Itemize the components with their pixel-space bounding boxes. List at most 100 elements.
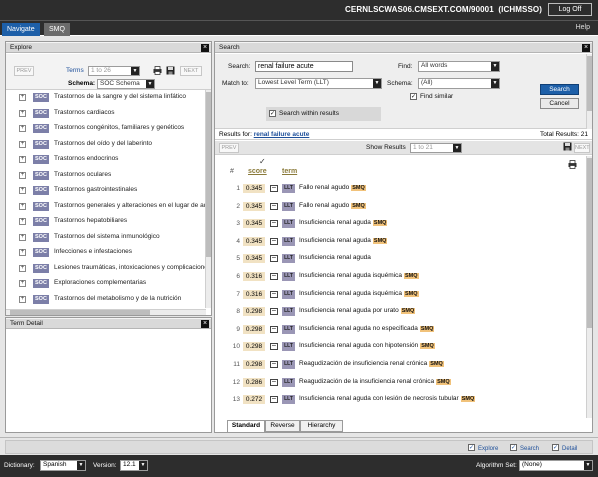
tab-reverse[interactable]: Reverse bbox=[265, 420, 300, 432]
smq-badge[interactable]: SMQ bbox=[403, 290, 419, 297]
soc-tree-item[interactable]: + SOC Trastornos cardiacos bbox=[6, 107, 206, 123]
result-row[interactable]: 6 0.316– LLT Insuficiencia renal aguda isqu… bbox=[215, 269, 586, 287]
collapse-icon[interactable]: – bbox=[270, 272, 278, 280]
expand-icon[interactable]: + bbox=[19, 125, 26, 132]
soc-tree-item[interactable]: + SOC Trastornos de la sangre y del sistem… bbox=[6, 91, 206, 107]
soc-tree-item[interactable]: + SOC Infecciones e infestaciones bbox=[6, 246, 206, 262]
result-term[interactable]: Fallo renal agudo SMQ bbox=[299, 184, 366, 191]
smq-badge[interactable]: SMQ bbox=[351, 202, 366, 209]
tab-navigate[interactable]: Navigate bbox=[2, 23, 40, 36]
scroll-thumb[interactable] bbox=[587, 56, 592, 111]
expand-icon[interactable]: + bbox=[19, 140, 26, 148]
result-row[interactable]: 2 0.345– LLT Fallo renal agudo SMQ bbox=[215, 199, 586, 217]
collapse-icon[interactable]: – bbox=[270, 360, 278, 368]
dictionary-select[interactable]: Spanish ▼ bbox=[40, 460, 86, 471]
print-icon[interactable] bbox=[568, 160, 577, 169]
soc-tree-item[interactable]: + SOC Trastornos hepatobiliares bbox=[6, 215, 206, 231]
collapse-icon[interactable]: – bbox=[270, 219, 278, 228]
result-term[interactable]: Insuficiencia renal aguda SMQ bbox=[299, 237, 388, 244]
soc-tree-item[interactable]: + SOC Trastornos gastrointestinales bbox=[6, 184, 206, 200]
close-icon[interactable]: × bbox=[582, 44, 590, 52]
results-scrollbar[interactable] bbox=[586, 156, 592, 418]
smq-badge[interactable]: SMQ bbox=[420, 343, 435, 350]
close-icon[interactable]: × bbox=[201, 44, 209, 52]
match-to-select[interactable]: Lowest Level Term (LLT) ▼ bbox=[255, 78, 382, 89]
result-term[interactable]: Insuficiencia renal aguda isquémica SMQ bbox=[299, 272, 419, 279]
result-row[interactable]: 8 0.298– LLT Insuficiencia renal aguda por … bbox=[215, 304, 586, 322]
soc-tree-item[interactable]: + SOC Trastornos congénitos, familiares y … bbox=[6, 122, 206, 138]
version-select[interactable]: 12.1 ▼ bbox=[120, 460, 148, 471]
collapse-icon[interactable]: – bbox=[270, 342, 278, 351]
collapse-icon[interactable]: – bbox=[270, 378, 278, 386]
search-schema-select[interactable]: (All) ▼ bbox=[418, 78, 500, 89]
result-term[interactable]: Insuficiencia renal aguda con lesión de … bbox=[299, 395, 476, 403]
smq-badge[interactable]: SMQ bbox=[372, 237, 388, 244]
smq-badge[interactable]: SMQ bbox=[419, 325, 435, 332]
next-button[interactable]: NEXT bbox=[180, 66, 202, 76]
logoff-button[interactable]: Log Off bbox=[548, 3, 592, 16]
collapse-icon[interactable]: – bbox=[270, 202, 278, 210]
result-row[interactable]: 3 0.345– LLT Insuficiencia renal aguda SMQ bbox=[215, 216, 586, 234]
dock-search[interactable]: ✓ Search bbox=[510, 444, 539, 452]
smq-badge[interactable]: SMQ bbox=[429, 360, 444, 367]
result-term[interactable]: Insuficiencia renal aguda SMQ bbox=[299, 219, 388, 227]
expand-icon[interactable]: + bbox=[19, 202, 26, 210]
result-row[interactable]: 10 0.298– LLT Insuficiencia renal aguda con… bbox=[215, 339, 586, 357]
result-row[interactable]: 7 0.316– LLT Insuficiencia renal aguda isqu… bbox=[215, 287, 586, 305]
collapse-icon[interactable]: – bbox=[270, 325, 278, 333]
next-button[interactable]: NEXT bbox=[574, 143, 590, 153]
collapse-icon[interactable]: – bbox=[270, 307, 278, 316]
collapse-icon[interactable]: – bbox=[270, 237, 278, 245]
expand-icon[interactable]: + bbox=[19, 264, 26, 272]
result-term[interactable]: Reagudización de insuficiencia renal cró… bbox=[299, 360, 444, 367]
expand-icon[interactable]: + bbox=[19, 218, 26, 225]
algorithm-set-select[interactable]: (None) ▼ bbox=[519, 460, 593, 471]
smq-badge[interactable]: SMQ bbox=[460, 396, 476, 403]
expand-icon[interactable]: + bbox=[19, 233, 26, 241]
result-term[interactable]: Insuficiencia renal aguda bbox=[299, 254, 371, 261]
result-row[interactable]: 13 0.272– LLT Insuficiencia renal aguda con… bbox=[215, 392, 586, 410]
collapse-icon[interactable]: – bbox=[270, 254, 278, 263]
column-term-header[interactable]: term bbox=[282, 168, 297, 175]
expand-icon[interactable]: + bbox=[19, 94, 26, 101]
tab-smq[interactable]: SMQ bbox=[44, 23, 70, 36]
print-icon[interactable] bbox=[153, 66, 162, 75]
prev-button[interactable]: PREV bbox=[14, 66, 34, 76]
save-icon[interactable] bbox=[563, 142, 572, 151]
result-row[interactable]: 11 0.298– LLT Reagudización de insuficienci… bbox=[215, 357, 586, 375]
expand-icon[interactable]: + bbox=[19, 280, 26, 287]
smq-badge[interactable]: SMQ bbox=[403, 272, 419, 279]
smq-badge[interactable]: SMQ bbox=[372, 220, 388, 227]
expand-icon[interactable]: + bbox=[19, 187, 26, 194]
soc-tree-item[interactable]: + SOC Trastornos del metabolismo y de la n… bbox=[6, 293, 206, 308]
results-query-link[interactable]: renal failure acute bbox=[254, 131, 310, 138]
result-row[interactable]: 1 0.345– LLT Fallo renal agudo SMQ bbox=[215, 181, 586, 199]
dock-detail-checkbox[interactable]: ✓ bbox=[552, 444, 559, 451]
search-within-checkbox[interactable]: ✓ bbox=[269, 110, 276, 117]
save-icon[interactable] bbox=[166, 66, 175, 75]
find-similar-checkbox[interactable]: ✓ bbox=[410, 93, 417, 100]
dock-explore[interactable]: ✓ Explore bbox=[468, 444, 498, 452]
result-row[interactable]: 5 0.345– LLT Insuficiencia renal aguda bbox=[215, 251, 586, 269]
soc-tree-item[interactable]: + SOC Exploraciones complementarias bbox=[6, 277, 206, 293]
result-term[interactable]: Insuficiencia renal aguda isquémica SMQ bbox=[299, 290, 419, 297]
dock-detail[interactable]: ✓ Detail bbox=[552, 444, 577, 452]
expand-icon[interactable]: + bbox=[19, 295, 26, 303]
dock-explore-checkbox[interactable]: ✓ bbox=[468, 444, 475, 451]
result-term[interactable]: Insuficiencia renal aguda con hipotensió… bbox=[299, 342, 435, 350]
collapse-icon[interactable]: – bbox=[270, 184, 278, 192]
result-term[interactable]: Insuficiencia renal aguda por urato SMQ bbox=[299, 307, 416, 315]
column-score-header[interactable]: score bbox=[248, 168, 267, 175]
explore-horizontal-scrollbar[interactable] bbox=[6, 309, 206, 315]
find-select[interactable]: All words ▼ bbox=[418, 61, 500, 72]
expand-icon[interactable]: + bbox=[19, 171, 26, 179]
search-button[interactable]: Search bbox=[540, 84, 579, 95]
collapse-icon[interactable]: – bbox=[270, 395, 278, 404]
expand-icon[interactable]: + bbox=[19, 109, 26, 117]
cancel-button[interactable]: Cancel bbox=[540, 98, 579, 109]
show-range-select[interactable]: 1 to 21 ▼ bbox=[410, 143, 462, 153]
prev-button[interactable]: PREV bbox=[219, 143, 239, 153]
result-term[interactable]: Reagudización de la insuficiencia renal … bbox=[299, 378, 451, 385]
result-row[interactable]: 4 0.345– LLT Insuficiencia renal aguda SMQ bbox=[215, 234, 586, 252]
smq-badge[interactable]: SMQ bbox=[351, 185, 366, 191]
